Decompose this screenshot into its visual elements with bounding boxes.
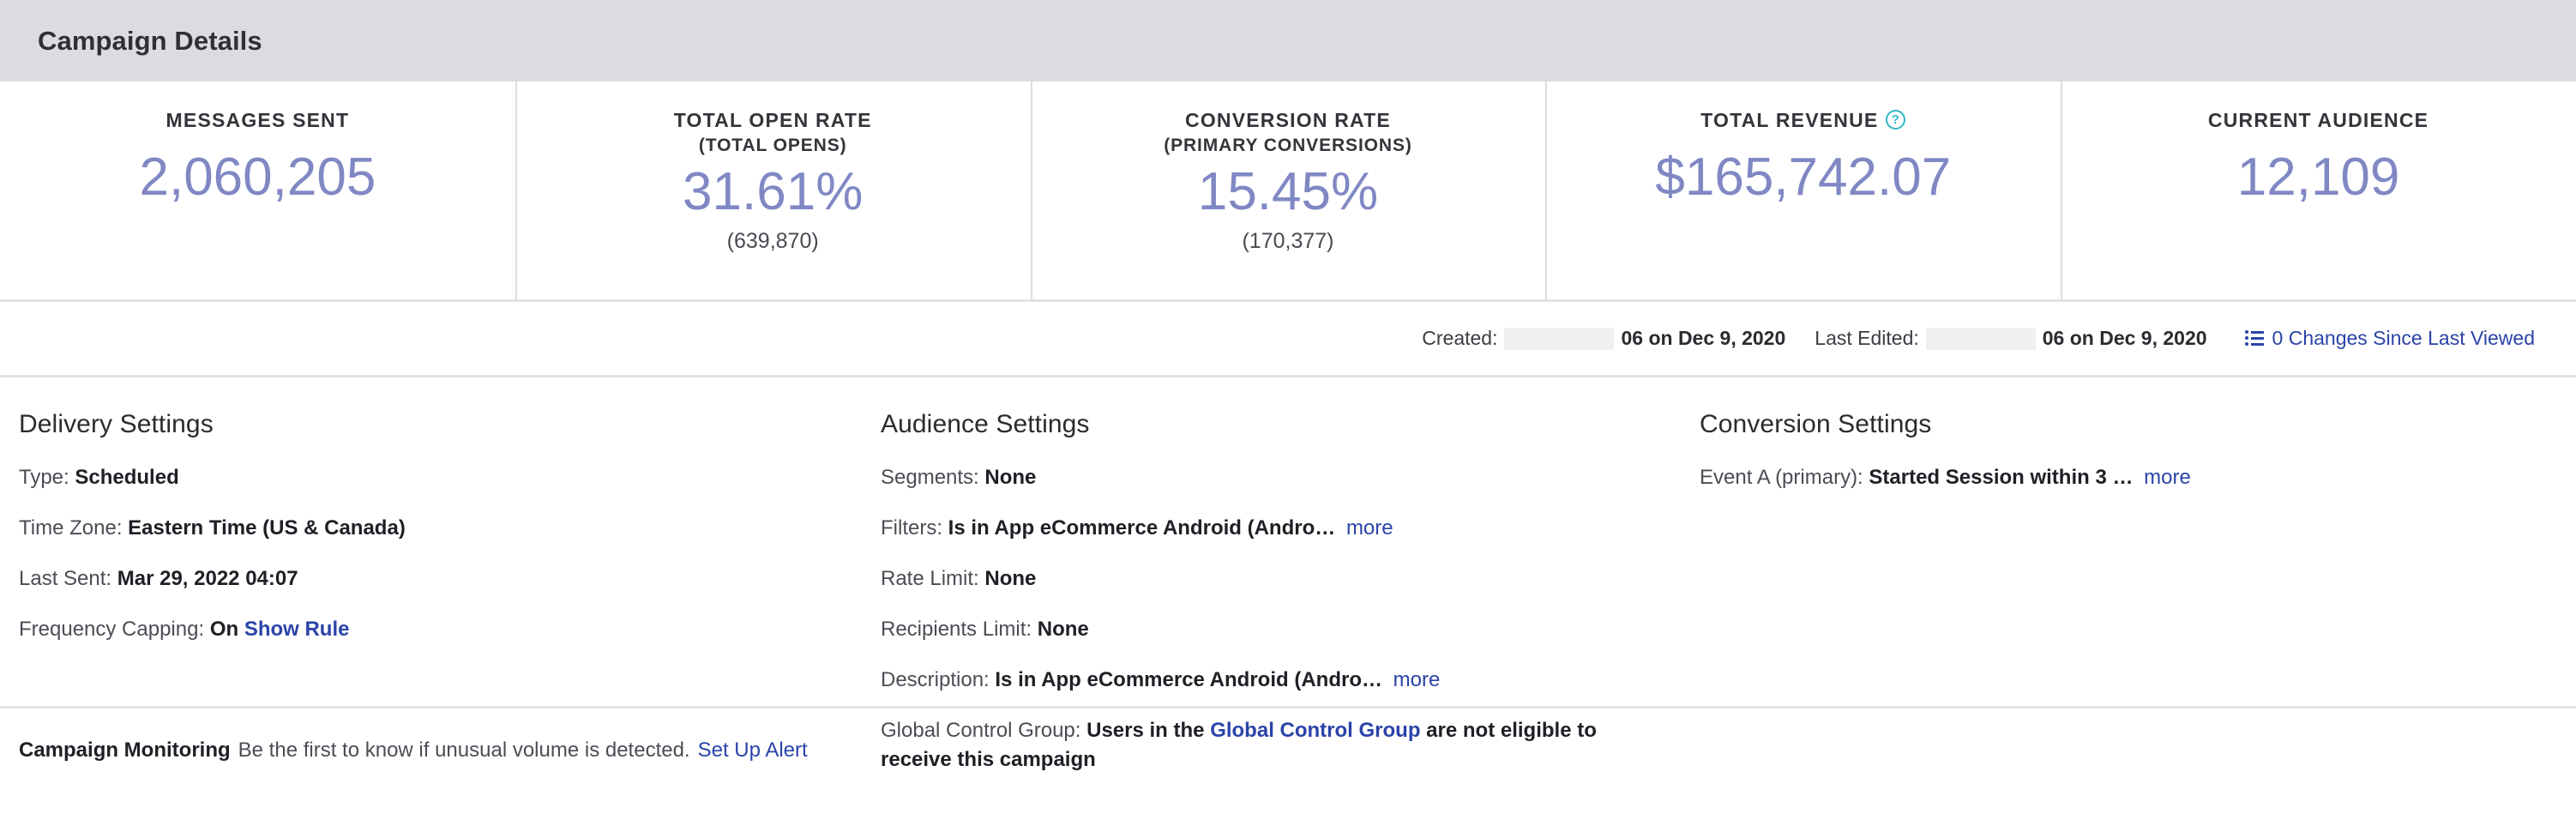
help-icon[interactable]: ? xyxy=(1886,110,1905,130)
stat-total-revenue: TOTAL REVENUE ? $165,742.07 xyxy=(1545,81,2061,299)
campaign-details-page: Campaign Details MESSAGES SENT 2,060,205… xyxy=(0,0,2576,820)
audience-row-description: Description: Is in App eCommerce Android… xyxy=(881,666,1657,695)
row-value: Mar 29, 2022 04:07 xyxy=(117,567,298,590)
stat-label: CONVERSION RATE xyxy=(1185,109,1391,132)
delivery-row-time-zone: Time Zone: Eastern Time (US & Canada) xyxy=(19,514,795,543)
stat-value: 2,060,205 xyxy=(139,151,376,204)
conversion-settings-title: Conversion Settings xyxy=(1700,410,2576,439)
stat-messages-sent: MESSAGES SENT 2,060,205 xyxy=(0,81,515,299)
delivery-settings-title: Delivery Settings xyxy=(19,410,862,439)
stat-label-text: CONVERSION RATE xyxy=(1185,109,1391,132)
delivery-row-type: Type: Scheduled xyxy=(19,463,795,492)
row-key: Rate Limit: xyxy=(881,567,979,590)
row-value: Scheduled xyxy=(75,466,178,489)
campaign-monitoring-text: Be the first to know if unusual volume i… xyxy=(238,739,690,763)
conversion-row-event-a: Event A (primary): Started Session withi… xyxy=(1700,463,2476,492)
row-value: On xyxy=(210,618,238,641)
audience-settings-title: Audience Settings xyxy=(881,410,1681,439)
audience-row-global-control-group: Global Control Group: Users in the Globa… xyxy=(881,716,1657,775)
stat-label-text: MESSAGES SENT xyxy=(166,109,350,132)
event-a-more-link[interactable]: more xyxy=(2144,466,2191,489)
row-key: Recipients Limit: xyxy=(881,618,1032,641)
row-value: Is in App eCommerce Android (Andro… xyxy=(995,668,1382,691)
gcg-pre-text: Users in the xyxy=(1086,719,1204,742)
stats-row: MESSAGES SENT 2,060,205 TOTAL OPEN RATE … xyxy=(0,81,2576,302)
stat-current-audience: CURRENT AUDIENCE 12,109 xyxy=(2061,81,2576,299)
global-control-group-link[interactable]: Global Control Group xyxy=(1210,719,1420,742)
redacted-block xyxy=(1926,328,2036,350)
stat-subvalue: (639,870) xyxy=(727,229,819,254)
row-key: Description: xyxy=(881,668,990,691)
last-edited-group: Last Edited: 06 on Dec 9, 2020 xyxy=(1815,327,2206,350)
created-group: Created: 06 on Dec 9, 2020 xyxy=(1422,327,1785,350)
row-value: Started Session within 3 … xyxy=(1869,466,2133,489)
delivery-row-frequency-capping: Frequency Capping: On Show Rule xyxy=(19,615,795,644)
changes-since-last-viewed-link[interactable]: 0 Changes Since Last Viewed xyxy=(2245,327,2535,350)
stat-label: MESSAGES SENT xyxy=(166,109,350,132)
stat-label: CURRENT AUDIENCE xyxy=(2208,109,2429,132)
last-edited-value: 06 on Dec 9, 2020 xyxy=(2043,327,2207,350)
row-key: Last Sent: xyxy=(19,567,111,590)
last-edited-label: Last Edited: xyxy=(1815,327,1918,350)
page-title: Campaign Details xyxy=(38,26,262,57)
stat-sublabel: (PRIMARY CONVERSIONS) xyxy=(1164,136,1412,157)
row-value: None xyxy=(984,567,1036,590)
changes-link-label: 0 Changes Since Last Viewed xyxy=(2272,327,2535,350)
row-value: Is in App eCommerce Android (Andro… xyxy=(948,516,1336,540)
row-key: Frequency Capping: xyxy=(19,618,204,641)
row-key: Segments: xyxy=(881,466,979,489)
page-header: Campaign Details xyxy=(0,0,2576,81)
row-key: Filters: xyxy=(881,516,942,540)
stat-sublabel: (TOTAL OPENS) xyxy=(699,136,847,157)
stat-label: TOTAL REVENUE ? xyxy=(1700,109,1905,132)
stat-label-text: TOTAL REVENUE xyxy=(1700,109,1878,132)
stat-label: TOTAL OPEN RATE xyxy=(674,109,872,132)
audience-row-rate-limit: Rate Limit: None xyxy=(881,564,1657,594)
stat-value: 31.61% xyxy=(683,166,863,219)
audience-settings-column: Audience Settings Segments: None Filters… xyxy=(862,410,1681,797)
show-rule-link[interactable]: Show Rule xyxy=(244,618,350,641)
stat-conversion-rate: CONVERSION RATE (PRIMARY CONVERSIONS) 15… xyxy=(1031,81,1546,299)
audience-row-filters: Filters: Is in App eCommerce Android (An… xyxy=(881,514,1657,543)
delivery-settings-column: Delivery Settings Type: Scheduled Time Z… xyxy=(0,410,862,666)
conversion-settings-column: Conversion Settings Event A (primary): S… xyxy=(1681,410,2576,514)
stat-label-text: CURRENT AUDIENCE xyxy=(2208,109,2429,132)
stat-value: 15.45% xyxy=(1198,166,1378,219)
campaign-monitoring-title: Campaign Monitoring xyxy=(19,739,231,763)
delivery-row-last-sent: Last Sent: Mar 29, 2022 04:07 xyxy=(19,564,795,594)
filters-more-link[interactable]: more xyxy=(1346,516,1393,540)
row-key: Type: xyxy=(19,466,69,489)
stat-label-text: TOTAL OPEN RATE xyxy=(674,109,872,132)
row-value: None xyxy=(984,466,1036,489)
row-value: Eastern Time (US & Canada) xyxy=(128,516,406,540)
row-key: Global Control Group: xyxy=(881,719,1080,742)
audience-row-recipients-limit: Recipients Limit: None xyxy=(881,615,1657,644)
created-label: Created: xyxy=(1422,327,1497,350)
stat-value: 12,109 xyxy=(2237,151,2400,204)
row-key: Time Zone: xyxy=(19,516,122,540)
redacted-block xyxy=(1504,328,1614,350)
settings-columns: Delivery Settings Type: Scheduled Time Z… xyxy=(0,377,2576,706)
meta-row: Created: 06 on Dec 9, 2020 Last Edited: … xyxy=(0,302,2576,377)
stat-subvalue: (170,377) xyxy=(1242,229,1333,254)
row-key: Event A (primary): xyxy=(1700,466,1863,489)
description-more-link[interactable]: more xyxy=(1393,668,1441,691)
stat-total-open-rate: TOTAL OPEN RATE (TOTAL OPENS) 31.61% (63… xyxy=(515,81,1031,299)
set-up-alert-link[interactable]: Set Up Alert xyxy=(698,739,808,763)
row-value: None xyxy=(1038,618,1089,641)
created-value: 06 on Dec 9, 2020 xyxy=(1621,327,1785,350)
stat-value: $165,742.07 xyxy=(1655,151,1951,204)
list-icon xyxy=(2245,330,2264,347)
audience-row-segments: Segments: None xyxy=(881,463,1657,492)
